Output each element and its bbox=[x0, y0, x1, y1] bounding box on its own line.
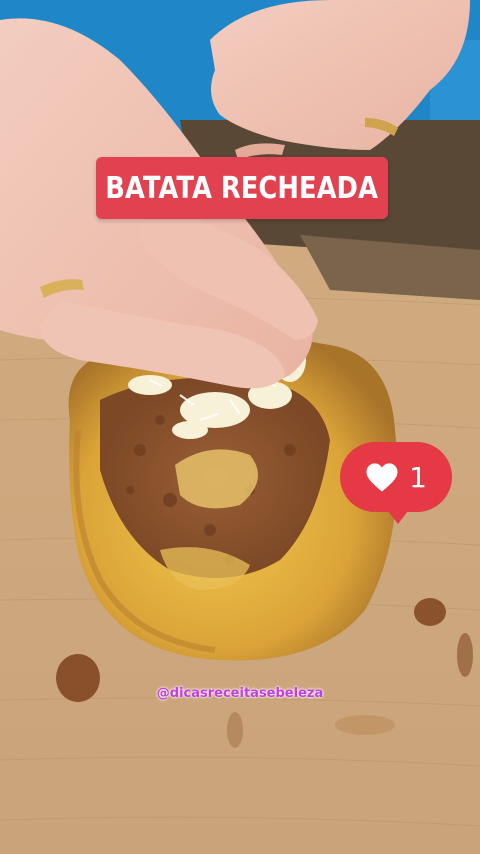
title-text: BATATA RECHEADA bbox=[105, 170, 379, 206]
like-badge[interactable]: 1 bbox=[340, 442, 452, 524]
heart-icon bbox=[366, 462, 398, 492]
like-count: 1 bbox=[409, 460, 427, 494]
video-frame bbox=[0, 0, 480, 854]
title-banner: BATATA RECHEADA bbox=[96, 157, 388, 219]
creator-handle: @dicasreceitasebeleza bbox=[156, 686, 324, 701]
